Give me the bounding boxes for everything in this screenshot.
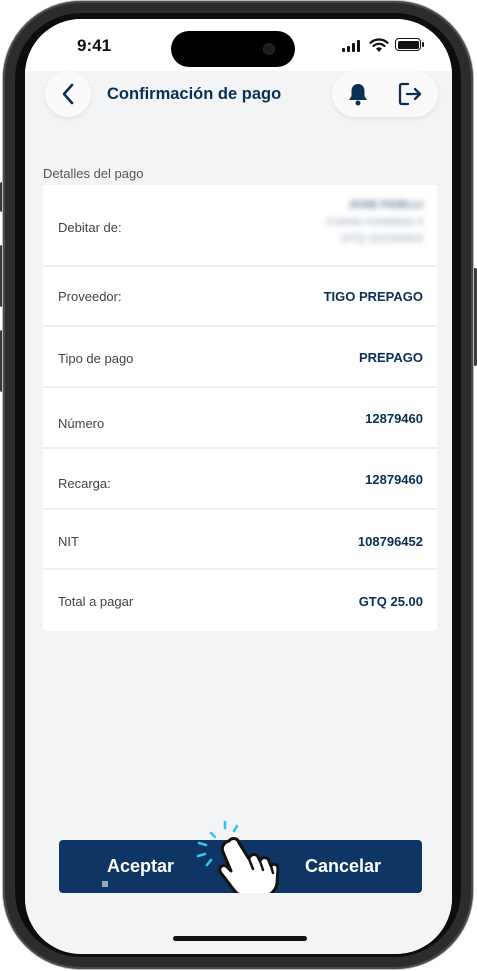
row-label: Recarga: — [58, 476, 111, 491]
row-value: 108796452 — [357, 534, 423, 549]
bell-icon — [349, 84, 367, 106]
row-value: 12879460 — [365, 472, 423, 487]
detail-row-debit: Debitar de: JOSE FIGELLI Cuenta monetari… — [43, 185, 437, 267]
payment-details-card: Debitar de: JOSE FIGELLI Cuenta monetari… — [43, 185, 437, 631]
detail-row-provider: Proveedor: TIGO PREPAGO — [43, 267, 437, 327]
home-indicator — [173, 936, 307, 941]
logout-icon — [398, 82, 422, 106]
bottom-area — [25, 893, 452, 954]
row-label: Tipo de pago — [58, 351, 134, 366]
app-header: Confirmación de pago — [25, 71, 452, 123]
debit-account-value: JOSE FIGELLI Cuenta monetaria 4 GTQ 1021… — [326, 199, 423, 245]
tap-marker — [102, 881, 108, 887]
battery-icon — [395, 38, 424, 51]
row-label: Debitar de: — [58, 220, 122, 235]
detail-row-payment-type: Tipo de pago PREPAGO — [43, 327, 437, 388]
logout-button[interactable] — [396, 80, 424, 108]
detail-row-topup: Recarga: 12879460 — [43, 449, 437, 510]
status-time: 9:41 — [77, 36, 112, 55]
power-button — [473, 268, 477, 366]
dynamic-island — [171, 31, 295, 67]
section-label: Detalles del pago — [43, 166, 144, 181]
signal-icon — [342, 40, 362, 52]
notifications-button[interactable] — [344, 80, 372, 108]
row-label: NIT — [58, 534, 79, 549]
row-value: 12879460 — [365, 411, 423, 426]
status-bar: 9:41 — [25, 19, 452, 71]
accept-button-label: Aceptar — [106, 856, 175, 876]
row-label: Total a pagar — [58, 594, 134, 609]
detail-row-total: Total a pagar GTQ 25.00 — [43, 570, 437, 631]
cancel-button-label: Cancelar — [304, 856, 382, 876]
page-title: Confirmación de pago — [107, 85, 282, 103]
chevron-left-icon — [62, 83, 74, 105]
header-actions — [332, 71, 438, 117]
row-label: Número — [58, 416, 105, 431]
row-value: TIGO PREPAGO — [323, 289, 423, 304]
row-value: PREPAGO — [358, 350, 423, 365]
hand-pointer-icon — [196, 820, 279, 899]
back-button[interactable] — [45, 71, 91, 117]
row-label: Proveedor: — [58, 289, 122, 304]
detail-row-number: Número 12879460 — [43, 388, 437, 449]
app-screen: 9:41 Confirmación de pago Detalles del p… — [25, 19, 452, 954]
row-value: GTQ 25.00 — [358, 594, 423, 609]
wifi-icon — [369, 38, 389, 52]
detail-row-nit: NIT 108796452 — [43, 510, 437, 570]
camera-icon — [263, 43, 275, 55]
